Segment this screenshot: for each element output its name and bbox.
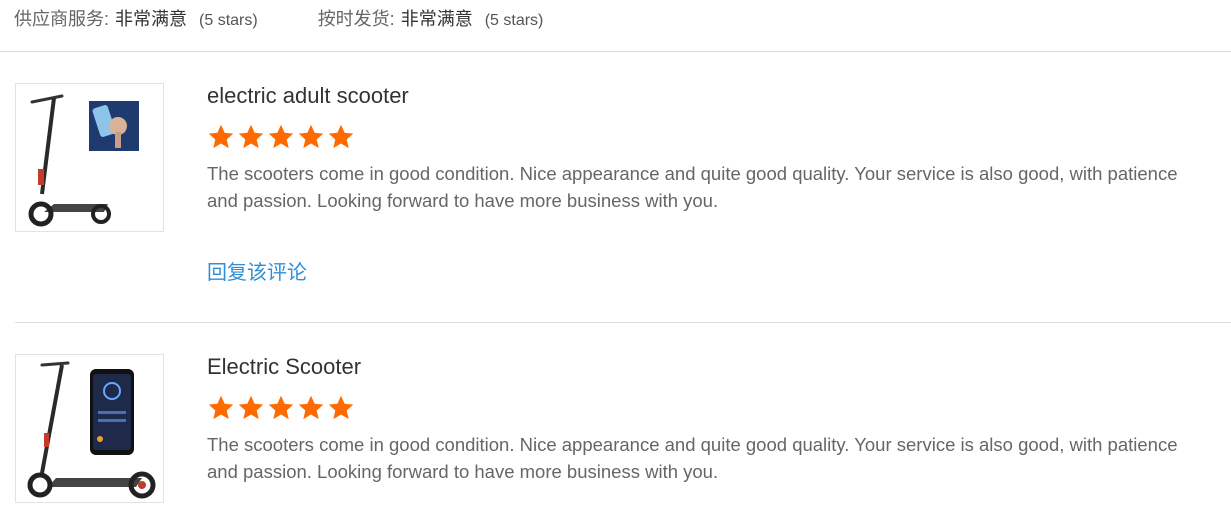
review-product-title: Electric Scooter xyxy=(207,354,362,379)
supplier-service-value: 非常满意 xyxy=(115,9,188,29)
star-rating xyxy=(207,394,1197,424)
star-icon xyxy=(237,394,265,422)
review-content: electric adult scooter The scooters come… xyxy=(207,83,1197,285)
supplier-service-label: 供应商服务: xyxy=(14,9,110,29)
star-icon xyxy=(327,123,355,151)
on-time-shipping-rating: 按时发货: 非常满意 (5 stars) xyxy=(318,5,544,31)
supplier-service-stars: (5 stars) xyxy=(199,12,258,29)
star-icon xyxy=(267,394,295,422)
star-icon xyxy=(207,394,235,422)
summary-ratings: 供应商服务: 非常满意 (5 stars) 按时发货: 非常满意 (5 star… xyxy=(14,4,543,32)
star-icon xyxy=(237,123,265,151)
supplier-service-rating: 供应商服务: 非常满意 (5 stars) xyxy=(14,5,258,31)
star-icon xyxy=(327,394,355,422)
star-icon xyxy=(297,123,325,151)
star-rating xyxy=(207,123,1197,153)
review-content: Electric Scooter The scooters come in go… xyxy=(207,354,1197,485)
review-comment: The scooters come in good condition. Nic… xyxy=(207,163,1178,211)
on-time-shipping-stars: (5 stars) xyxy=(484,12,544,29)
on-time-shipping-label: 按时发货: xyxy=(317,9,395,29)
scooter-with-phone-image xyxy=(28,94,139,227)
divider xyxy=(15,322,1231,323)
review-comment: The scooters come in good condition. Nic… xyxy=(207,434,1178,482)
scooter-with-app-image xyxy=(27,361,156,499)
star-icon xyxy=(267,123,295,151)
reply-to-review-link[interactable]: 回复该评论 xyxy=(207,256,307,285)
divider xyxy=(0,51,1231,52)
on-time-shipping-value: 非常满意 xyxy=(400,9,473,29)
star-icon xyxy=(297,394,325,422)
product-thumbnail[interactable] xyxy=(15,83,164,232)
product-thumbnail[interactable] xyxy=(15,354,164,503)
star-icon xyxy=(207,123,235,151)
review-product-title: electric adult scooter xyxy=(207,83,409,108)
